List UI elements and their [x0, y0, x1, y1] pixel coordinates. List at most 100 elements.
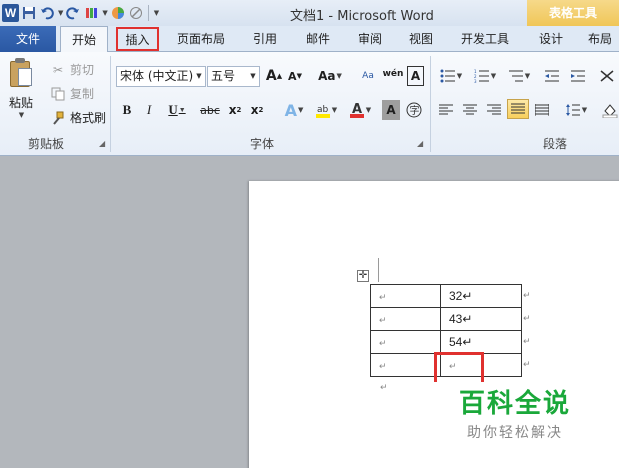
- tab-references[interactable]: 引用: [245, 26, 285, 52]
- tab-file[interactable]: 文件: [0, 26, 56, 52]
- ribbon: 粘贴 ▼ ✂ 剪切 复制 格式刷 剪贴板 ◢ 宋体 (中文正) ▼ 五号 ▼ A…: [0, 52, 619, 156]
- tab-home[interactable]: 开始: [60, 26, 108, 53]
- grow-font-icon[interactable]: A ▲: [265, 66, 283, 86]
- strikethrough-icon[interactable]: abc: [198, 100, 222, 120]
- increase-indent-icon[interactable]: [568, 66, 588, 86]
- tab-table-design[interactable]: 设计: [528, 26, 574, 52]
- format-painter-icon[interactable]: [83, 5, 99, 21]
- shading-icon[interactable]: [600, 100, 619, 120]
- superscript-icon[interactable]: x2: [248, 100, 266, 120]
- clipboard-launcher-icon[interactable]: ◢: [99, 139, 105, 148]
- italic-icon[interactable]: I: [140, 100, 158, 120]
- table-cell[interactable]: ↵: [370, 307, 441, 331]
- no-edit-icon[interactable]: [128, 5, 144, 21]
- tab-view[interactable]: 视图: [401, 26, 441, 52]
- character-border-icon[interactable]: A: [407, 66, 424, 86]
- table-cell[interactable]: 32↵: [440, 284, 522, 308]
- redo-icon[interactable]: [65, 5, 81, 21]
- font-size-value: 五号: [211, 69, 236, 83]
- row-end-mark: ↵: [523, 360, 531, 370]
- chinese-layout-icon[interactable]: [597, 66, 617, 86]
- watermark: 百科全说 助你轻松解决: [445, 383, 585, 442]
- watermark-title: 百科全说: [458, 389, 571, 419]
- font-size-combo[interactable]: 五号 ▼: [207, 66, 260, 87]
- highlight-icon[interactable]: ab ▼: [312, 100, 340, 120]
- text-effects-icon[interactable]: A ▼: [281, 100, 307, 120]
- undo-dropdown-icon[interactable]: ▼: [58, 9, 63, 17]
- align-left-icon[interactable]: [436, 100, 456, 120]
- quick-access-toolbar: W ▼ ▼ ▼: [0, 0, 159, 26]
- scissors-icon: ✂: [52, 62, 64, 77]
- cut-label: 剪切: [70, 63, 95, 77]
- font-color-icon[interactable]: A ▼: [346, 100, 374, 120]
- tab-mailings[interactable]: 邮件: [298, 26, 338, 52]
- subscript-icon[interactable]: x2: [226, 100, 244, 120]
- table-cell[interactable]: 54↵: [440, 330, 522, 354]
- group-separator: [430, 56, 431, 152]
- row-end-mark: ↵: [523, 314, 531, 324]
- highlight-box: [434, 352, 484, 382]
- align-center-icon[interactable]: [460, 100, 480, 120]
- paragraph-group-label: 段落: [543, 137, 568, 151]
- painter-dropdown-icon[interactable]: ▼: [102, 9, 107, 17]
- multilevel-list-icon[interactable]: ▼: [504, 66, 534, 86]
- format-painter-label: 格式刷: [70, 111, 107, 125]
- line-spacing-icon[interactable]: ▼: [562, 100, 590, 120]
- paragraph-mark: ↵: [380, 383, 388, 393]
- tab-table-layout[interactable]: 布局: [581, 26, 619, 52]
- table-cell[interactable]: ↵: [370, 353, 441, 377]
- customize-qat-icon[interactable]: ▼: [154, 9, 159, 17]
- table-row: ↵ 43↵: [370, 307, 522, 331]
- copy-label: 复制: [70, 87, 95, 101]
- paste-label: 粘贴: [8, 96, 33, 110]
- table-cell[interactable]: 43↵: [440, 307, 522, 331]
- paste-dropdown-icon[interactable]: ▼: [19, 111, 24, 119]
- font-launcher-icon[interactable]: ◢: [417, 139, 423, 148]
- table-cell[interactable]: ↵: [370, 330, 441, 354]
- undo-icon[interactable]: [39, 5, 55, 21]
- tab-review[interactable]: 审阅: [350, 26, 390, 52]
- font-name-combo[interactable]: 宋体 (中文正) ▼: [116, 66, 206, 87]
- enclose-characters-icon[interactable]: 字: [404, 100, 424, 120]
- paste-button[interactable]: 粘贴 ▼: [8, 58, 34, 119]
- tab-insert[interactable]: 插入: [116, 27, 159, 51]
- numbering-icon[interactable]: 1 2 3 ▼: [470, 66, 500, 86]
- phonetic-guide-icon[interactable]: wén: [382, 64, 404, 84]
- bold-icon[interactable]: B: [118, 100, 136, 120]
- font-group-label: 字体: [250, 137, 275, 151]
- color-wheel-icon[interactable]: [110, 5, 126, 21]
- character-shading-icon[interactable]: A: [382, 100, 400, 120]
- table-row: ↵ 54↵: [370, 330, 522, 354]
- svg-text:3: 3: [474, 79, 477, 83]
- justify-icon[interactable]: [507, 99, 529, 119]
- qat-separator: [147, 5, 149, 21]
- table-cell[interactable]: ↵: [370, 284, 441, 308]
- chevron-down-icon[interactable]: ▼: [247, 67, 259, 86]
- cut-button[interactable]: ✂ 剪切: [50, 61, 94, 78]
- table-move-handle-icon[interactable]: ✛: [357, 270, 369, 282]
- decrease-indent-icon[interactable]: [542, 66, 562, 86]
- align-right-icon[interactable]: [484, 100, 504, 120]
- group-separator: [110, 56, 111, 152]
- document-title: 文档1 - Microsoft Word: [290, 9, 434, 24]
- underline-icon[interactable]: U ▼: [164, 100, 190, 120]
- clear-format-icon[interactable]: Aa: [358, 66, 378, 86]
- chevron-down-icon[interactable]: ▼: [193, 67, 205, 86]
- shrink-font-icon[interactable]: A ▼: [286, 66, 304, 86]
- brush-icon: [50, 110, 66, 126]
- copy-button[interactable]: 复制: [50, 85, 94, 102]
- copy-icon: [50, 86, 66, 102]
- change-case-button[interactable]: Aa ▼: [316, 66, 344, 86]
- watermark-subtitle: 助你轻松解决: [467, 425, 563, 441]
- distributed-icon[interactable]: [532, 100, 552, 120]
- ribbon-tabs: 文件 开始 插入 页面布局 引用 邮件 审阅 视图 开发工具 设计 布局: [0, 26, 619, 53]
- tab-page-layout[interactable]: 页面布局: [171, 26, 231, 52]
- bullets-icon[interactable]: ▼: [436, 66, 466, 86]
- tab-developer[interactable]: 开发工具: [454, 26, 516, 52]
- title-bar: W ▼ ▼ ▼ 文档1 - Microsoft Word 表格工具: [0, 0, 619, 26]
- format-painter-button[interactable]: 格式刷: [50, 109, 106, 126]
- margin-marker: [378, 258, 379, 282]
- save-icon[interactable]: [21, 5, 37, 21]
- word-logo-icon[interactable]: W: [2, 4, 19, 22]
- document-background: [0, 157, 619, 181]
